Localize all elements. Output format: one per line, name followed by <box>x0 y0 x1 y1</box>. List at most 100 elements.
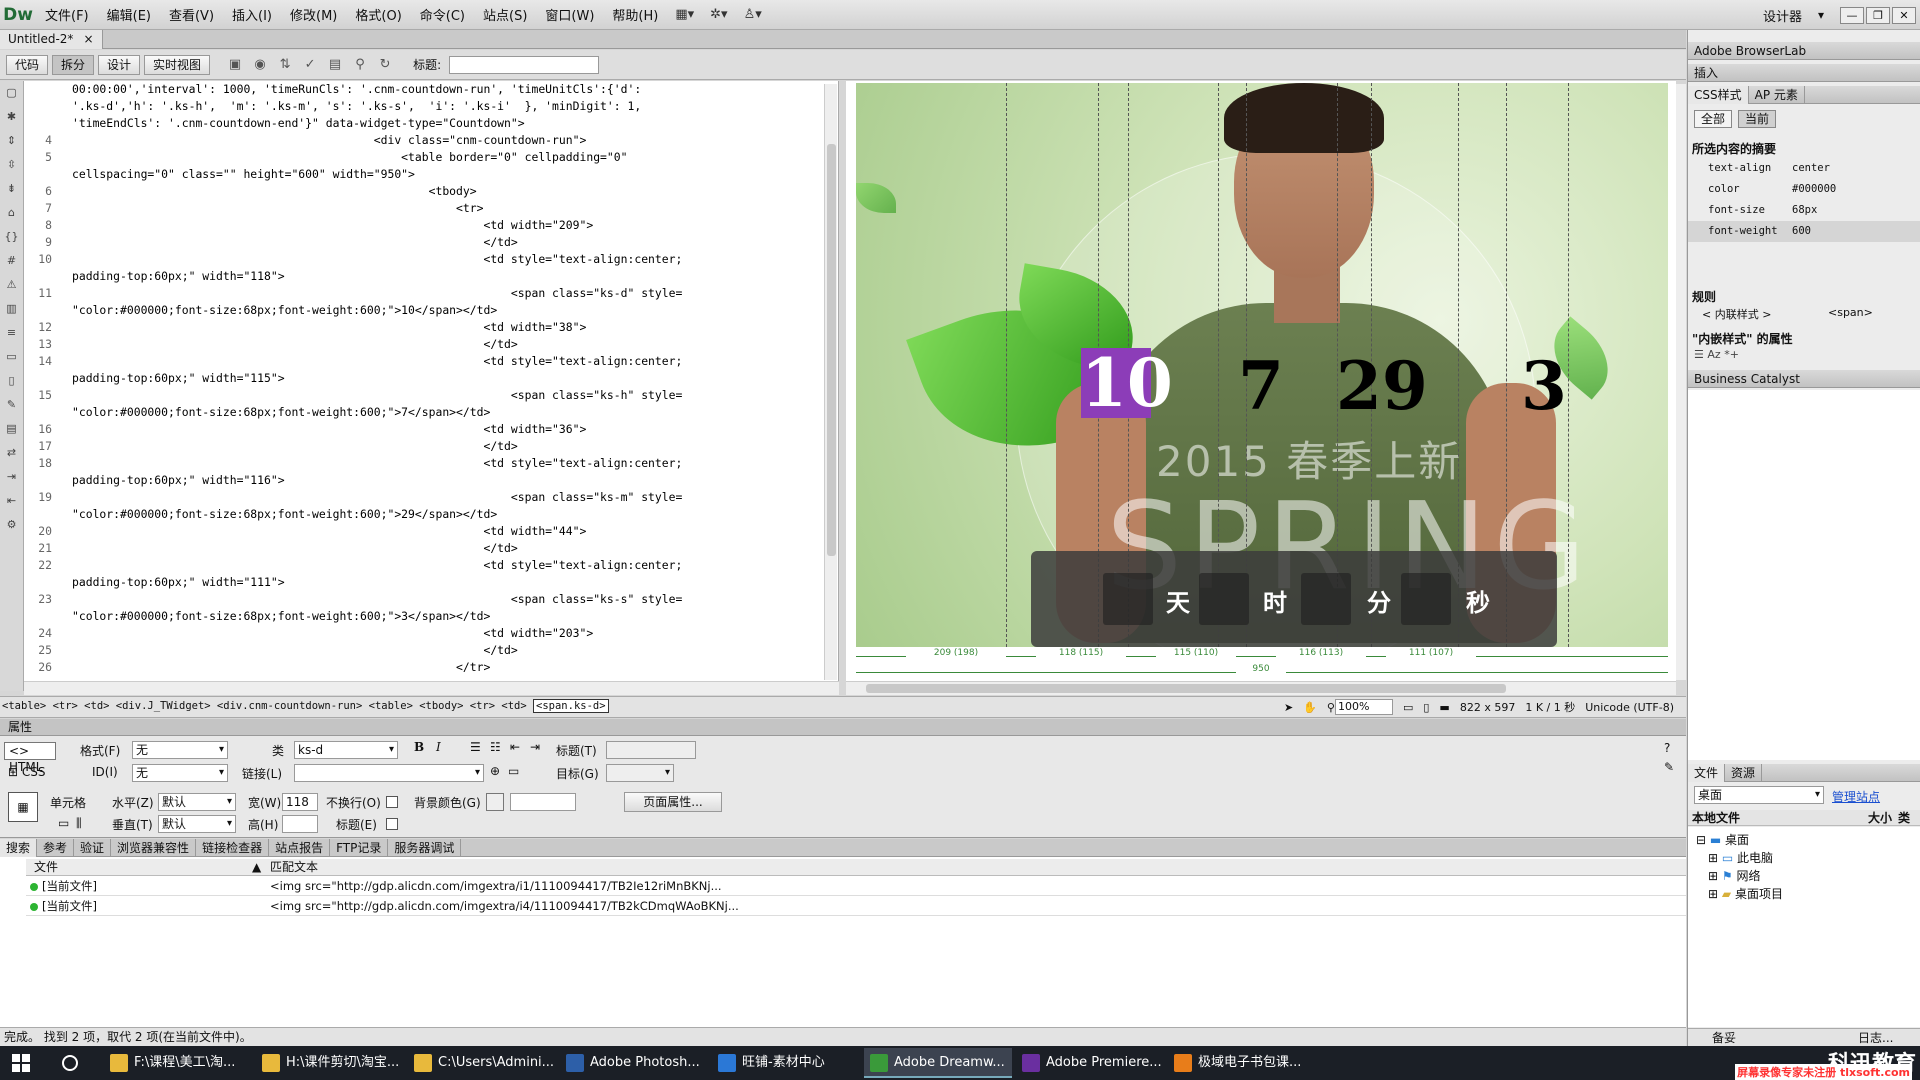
tag-current[interactable]: <span.ks-d> <box>533 699 609 713</box>
code-line[interactable]: 14 <td style="text-align:center; <box>24 353 838 370</box>
horizontal-select[interactable]: 默认 <box>158 793 236 811</box>
zoom-tool-icon[interactable]: ⚲ <box>1327 701 1335 714</box>
css-property-row[interactable]: font-size 68px <box>1688 200 1920 221</box>
visual-aids-icon[interactable]: ▤ <box>324 55 346 75</box>
design-view[interactable]: 2015 春季上新 SPRING 天 时 分 秒 10 7 29 3 209 (… <box>846 81 1676 681</box>
code-line[interactable]: padding-top:60px;" width="115"> <box>24 370 838 387</box>
cortana-icon[interactable] <box>62 1055 78 1071</box>
design-vertical-scrollbar[interactable] <box>1676 84 1686 680</box>
taskbar-item[interactable]: F:\课程\美工\淘... <box>104 1048 252 1078</box>
collapse-selection-icon[interactable]: ⇳ <box>0 153 23 177</box>
code-line[interactable]: 8 <td width="209"> <box>24 217 838 234</box>
taskbar-item[interactable]: 极域电子书包课... <box>1168 1048 1316 1078</box>
line-numbers-icon[interactable]: # <box>0 249 23 273</box>
results-tab[interactable]: 验证 <box>74 838 112 857</box>
close-tab-icon[interactable]: × <box>83 30 93 49</box>
countdown-minutes[interactable]: 29 <box>1336 351 1428 421</box>
help-icon[interactable]: ? <box>1664 741 1670 755</box>
syntax-coloring-icon[interactable]: ▥ <box>0 297 23 321</box>
result-row[interactable]: [当前文件] <img src="http://gdp.alicdn.com/im… <box>26 877 1686 896</box>
workspace-switcher[interactable]: 设计器 <box>1763 6 1802 25</box>
preview-browser-icon[interactable]: ◉ <box>249 55 271 75</box>
countdown-seconds[interactable]: 3 <box>1521 351 1567 421</box>
browserlab-panel[interactable]: Adobe BrowserLab <box>1688 42 1920 60</box>
code-line[interactable]: "color:#000000;font-size:68px;font-weigh… <box>24 404 838 421</box>
ordered-list-icon[interactable]: ☷ <box>490 740 501 754</box>
link-input[interactable] <box>294 764 484 782</box>
code-line[interactable]: 21 </td> <box>24 540 838 557</box>
bgcolor-picker[interactable] <box>486 793 504 811</box>
code-line[interactable]: 4 <div class="cnm-countdown-run"> <box>24 132 838 149</box>
menu-item[interactable]: 窗口(W) <box>536 5 603 24</box>
workspace-chevron-icon[interactable]: ▾ <box>1818 8 1824 22</box>
business-catalyst-panel[interactable]: Business Catalyst <box>1688 370 1920 388</box>
code-line[interactable]: 11 <span class="ks-d" style= <box>24 285 838 302</box>
properties-header[interactable]: 属性 <box>0 719 1686 736</box>
move-css-icon[interactable]: ⇄ <box>0 441 23 465</box>
windows-start-icon[interactable] <box>12 1054 30 1072</box>
taskbar-item[interactable]: 旺铺-素材中心 <box>712 1048 860 1078</box>
results-tab[interactable]: 参考 <box>37 838 75 857</box>
collapse-tag-icon[interactable]: ⇕ <box>0 129 23 153</box>
code-line[interactable]: padding-top:60px;" width="111"> <box>24 574 838 591</box>
result-row[interactable]: [当前文件] <img src="http://gdp.alicdn.com/im… <box>26 897 1686 916</box>
code-line[interactable]: 'timeEndCls': '.cnm-countdown-end'}" dat… <box>24 115 838 132</box>
italic-button[interactable]: I <box>436 740 441 754</box>
code-line[interactable]: '.ks-d','h': '.ks-h', 'm': '.ks-m', 's':… <box>24 98 838 115</box>
live-view-button[interactable]: 实时视图 <box>144 54 211 75</box>
indent-icon[interactable]: ⇥ <box>530 740 540 754</box>
nowrap-checkbox[interactable] <box>386 796 398 808</box>
code-horizontal-scrollbar[interactable] <box>24 681 839 695</box>
code-vertical-scrollbar[interactable] <box>824 84 837 680</box>
expand-all-icon[interactable]: ⇟ <box>0 177 23 201</box>
taskbar-item[interactable]: H:\课件剪切\淘宝... <box>256 1048 404 1078</box>
menu-item[interactable]: 查看(V) <box>160 5 223 24</box>
sort-az-icon[interactable]: Az <box>1707 348 1720 361</box>
quick-tag-icon[interactable]: ✎ <box>1664 760 1674 774</box>
tree-item-network[interactable]: ⊞ ⚑ 网络 <box>1708 867 1760 885</box>
match-column-header[interactable]: 匹配文本 <box>270 859 318 876</box>
local-files-header[interactable]: 本地文件 <box>1692 810 1740 826</box>
indent-icon[interactable]: ⇥ <box>0 465 23 489</box>
point-to-file-icon[interactable]: ⊕ <box>490 764 500 778</box>
page-properties-button[interactable]: 页面属性... <box>624 792 722 812</box>
highlight-invalid-icon[interactable]: ⚠ <box>0 273 23 297</box>
countdown-hours[interactable]: 7 <box>1238 351 1284 421</box>
split-view-button[interactable]: 拆分 <box>52 54 95 75</box>
check-browser-icon[interactable]: ✓ <box>299 55 321 75</box>
menu-item[interactable]: 编辑(E) <box>98 5 160 24</box>
desktop-size-icon[interactable]: ▬ <box>1439 701 1449 714</box>
code-line[interactable]: "color:#000000;font-size:68px;font-weigh… <box>24 302 838 319</box>
taskbar-item[interactable]: C:\Users\Admini... <box>408 1048 556 1078</box>
code-line[interactable]: 13 </td> <box>24 336 838 353</box>
css-property-row[interactable]: color #000000 <box>1688 179 1920 200</box>
id-select[interactable]: 无 <box>132 764 228 782</box>
insert-panel[interactable]: 插入 <box>1688 64 1920 82</box>
merge-cells-icon[interactable]: ▭ <box>58 816 69 830</box>
tree-item-desktop[interactable]: ⊟ ▬ 桌面 <box>1696 831 1749 849</box>
taskbar-item[interactable]: Adobe Premiere... <box>1016 1048 1164 1078</box>
size-header[interactable]: 大小 <box>1868 810 1892 826</box>
validate-icon[interactable]: ⚲ <box>349 55 371 75</box>
results-tab[interactable]: 搜索 <box>0 838 38 857</box>
hand-tool-icon[interactable]: ✋ <box>1303 701 1317 714</box>
assets-tab[interactable]: 资源 <box>1725 764 1763 782</box>
apply-comment-icon[interactable]: ▭ <box>0 345 23 369</box>
code-line[interactable]: 15 <span class="ks-h" style= <box>24 387 838 404</box>
site-select[interactable]: 桌面 <box>1694 786 1824 804</box>
menu-item[interactable]: 修改(M) <box>281 5 346 24</box>
css-styles-tab[interactable]: CSS样式 <box>1688 86 1749 104</box>
target-select[interactable] <box>606 764 674 782</box>
rule-inline[interactable]: < 内联样式 > <box>1702 306 1771 322</box>
code-line[interactable]: 22 <td style="text-align:center; <box>24 557 838 574</box>
format-source-icon[interactable]: ⚙ <box>0 513 23 537</box>
select-parent-tag-icon[interactable]: ⌂ <box>0 201 23 225</box>
results-tab[interactable]: 链接检查器 <box>196 838 270 857</box>
code-line[interactable]: 17 </td> <box>24 438 838 455</box>
close-button[interactable]: ✕ <box>1892 6 1916 24</box>
multiscreen-icon[interactable]: ▣ <box>224 55 246 75</box>
code-view-button[interactable]: 代码 <box>6 54 49 75</box>
window-size[interactable]: 822 x 597 <box>1460 701 1516 714</box>
code-line[interactable]: "color:#000000;font-size:68px;font-weigh… <box>24 506 838 523</box>
layout-icon[interactable]: ▦▾ <box>675 7 694 22</box>
